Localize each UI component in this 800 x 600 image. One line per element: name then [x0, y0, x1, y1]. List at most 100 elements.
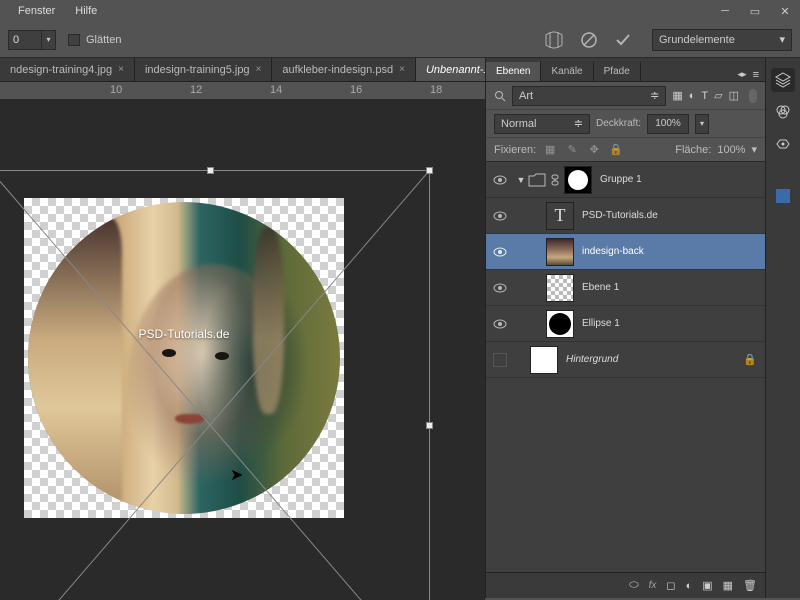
right-panels: Ebenen Kanäle Pfade ◂▸ ≡ Art≑ ▦ ◐ T ▱ ◫ … [485, 58, 800, 598]
visibility-toggle[interactable] [486, 319, 514, 329]
layer-filter-dropdown[interactable]: Art≑ [512, 86, 666, 106]
commit-icon[interactable] [614, 31, 632, 49]
layer-name[interactable]: Gruppe 1 [600, 174, 642, 185]
handle-mr[interactable] [426, 422, 433, 429]
group-expand-icon[interactable]: ▼ [514, 175, 528, 185]
minimize-button[interactable]: ─ [710, 0, 740, 22]
lock-row: Fixieren: ▦ ✎ ✥ 🔒 Fläche: 100% ▾ [486, 138, 765, 162]
smooth-option[interactable]: Glätten [68, 34, 121, 46]
tab-channels[interactable]: Kanäle [541, 62, 593, 81]
lock-icon: 🔒 [743, 353, 757, 366]
paths-icon[interactable] [771, 132, 795, 156]
opacity-stepper[interactable]: ▾ [695, 114, 709, 134]
doc-tab-0[interactable]: ndesign-training4.jpg× [0, 58, 135, 81]
new-layer-icon[interactable]: ▦ [723, 579, 733, 592]
layers-footer: ⬭ fx ◻ ◐ ▣ ▦ 🗑 [486, 572, 765, 598]
close-icon[interactable]: × [399, 64, 405, 75]
visibility-toggle[interactable] [486, 211, 514, 221]
folder-icon [528, 173, 546, 187]
menu-bar: Fenster Hilfe [0, 0, 800, 22]
smooth-checkbox[interactable] [68, 34, 80, 46]
delete-layer-icon[interactable]: 🗑 [743, 579, 757, 592]
cancel-icon[interactable] [580, 31, 598, 49]
blend-opacity-row: Normal≑ Deckkraft: 100% ▾ [486, 110, 765, 138]
panel-menu-icon[interactable]: ≡ [753, 69, 759, 81]
opacity-value[interactable]: 100% [647, 114, 689, 134]
layer-thumb[interactable] [546, 274, 574, 302]
visibility-toggle[interactable] [486, 283, 514, 293]
layers-panel: Ebenen Kanäle Pfade ◂▸ ≡ Art≑ ▦ ◐ T ▱ ◫ … [485, 58, 765, 598]
blend-mode-dropdown[interactable]: Normal≑ [494, 114, 590, 134]
lock-pixels-icon[interactable]: ✎ [564, 142, 580, 158]
disc-artwork: PSD-Tutorials.de [28, 202, 340, 514]
filter-pixel-icon[interactable]: ▦ [672, 89, 682, 102]
lock-all-icon[interactable]: 🔒 [608, 142, 624, 158]
link-layers-icon[interactable]: ⬭ [629, 579, 638, 592]
layers-icon[interactable] [771, 68, 795, 92]
layer-blank[interactable]: Ebene 1 [486, 270, 765, 306]
layer-fx-icon[interactable]: fx [649, 580, 657, 591]
lock-position-icon[interactable]: ✥ [586, 142, 602, 158]
channels-icon[interactable] [771, 100, 795, 124]
filter-shape-icon[interactable]: ▱ [714, 89, 722, 102]
layer-thumb[interactable] [546, 310, 574, 338]
opacity-label: Deckkraft: [596, 118, 641, 129]
tab-layers[interactable]: Ebenen [486, 62, 541, 81]
layer-name[interactable]: Ebene 1 [582, 282, 619, 293]
menu-help[interactable]: Hilfe [65, 5, 107, 17]
extra-panel-icon[interactable] [771, 184, 795, 208]
layer-name[interactable]: Ellipse 1 [582, 318, 620, 329]
smooth-label: Glätten [86, 34, 121, 46]
layer-thumb[interactable] [530, 346, 558, 374]
layer-thumb[interactable] [546, 202, 574, 230]
filter-toggle[interactable] [749, 89, 757, 103]
warp-icon[interactable] [544, 31, 564, 49]
close-icon[interactable]: × [118, 64, 124, 75]
visibility-toggle[interactable] [493, 353, 507, 367]
options-bar: ▾ Glätten Grundelemente ▾ [0, 22, 800, 58]
layer-ellipse[interactable]: Ellipse 1 [486, 306, 765, 342]
add-mask-icon[interactable]: ◻ [666, 579, 675, 592]
layer-mask-thumb[interactable] [564, 166, 592, 194]
layer-image[interactable]: indesign-back [486, 234, 765, 270]
fill-value[interactable]: 100% [717, 144, 745, 156]
tab-paths[interactable]: Pfade [594, 62, 641, 81]
filter-smart-icon[interactable]: ◫ [729, 89, 739, 102]
canvas[interactable]: PSD-Tutorials.de ➤ [0, 100, 485, 600]
panel-tabs: Ebenen Kanäle Pfade ◂▸ ≡ [486, 58, 765, 82]
panel-collapse-icon[interactable]: ◂▸ [738, 69, 747, 81]
layer-thumb[interactable] [546, 238, 574, 266]
maximize-button[interactable]: ▭ [740, 0, 770, 22]
visibility-toggle[interactable] [486, 175, 514, 185]
disc-text: PSD-Tutorials.de [28, 327, 340, 341]
adjustment-layer-icon[interactable]: ◐ [686, 580, 693, 592]
workspace-dropdown[interactable]: Grundelemente ▾ [652, 29, 792, 51]
layer-group[interactable]: ▼ Gruppe 1 [486, 162, 765, 198]
layer-filter-row: Art≑ ▦ ◐ T ▱ ◫ [486, 82, 765, 110]
handle-tr[interactable] [426, 167, 433, 174]
doc-tab-2[interactable]: aufkleber-indesign.psd× [272, 58, 416, 81]
layer-name[interactable]: indesign-back [582, 246, 644, 257]
option-value-input[interactable] [8, 30, 42, 50]
collapsed-panels-strip [765, 58, 800, 598]
layers-list: ▼ Gruppe 1 PSD-Tutorials.de indesign-bac… [486, 162, 765, 572]
handle-tc[interactable] [207, 167, 214, 174]
cursor-icon: ➤ [230, 465, 243, 485]
fill-stepper[interactable]: ▾ [751, 143, 757, 156]
fill-label: Fläche: [675, 144, 711, 156]
visibility-toggle[interactable] [486, 247, 514, 257]
filter-type-icon[interactable]: T [701, 90, 708, 102]
doc-tab-1[interactable]: indesign-training5.jpg× [135, 58, 272, 81]
close-icon[interactable]: × [256, 64, 262, 75]
filter-adjust-icon[interactable]: ◐ [689, 90, 696, 102]
layer-background[interactable]: Hintergrund 🔒 [486, 342, 765, 378]
layer-type[interactable]: PSD-Tutorials.de [486, 198, 765, 234]
new-group-icon[interactable]: ▣ [702, 579, 712, 592]
lock-transparency-icon[interactable]: ▦ [542, 142, 558, 158]
close-button[interactable]: ✕ [770, 0, 800, 22]
option-value-stepper[interactable]: ▾ [42, 30, 56, 50]
layer-name[interactable]: Hintergrund [566, 354, 618, 365]
workspace-label: Grundelemente [659, 34, 735, 46]
menu-window[interactable]: Fenster [8, 5, 65, 17]
layer-name[interactable]: PSD-Tutorials.de [582, 210, 658, 221]
